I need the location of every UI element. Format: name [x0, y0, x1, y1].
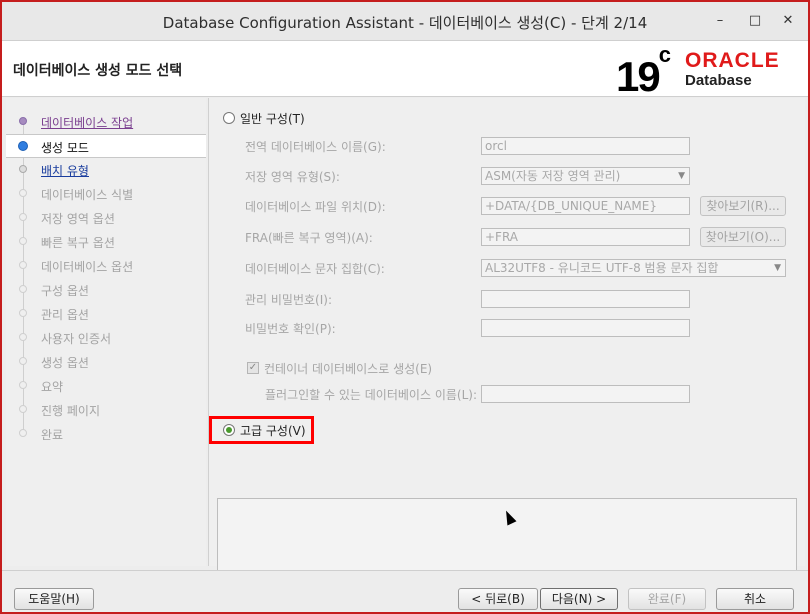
step-storage-option: 저장 영역 옵션 [6, 206, 206, 228]
step-fast-recovery-option: 빠른 복구 옵션 [6, 230, 206, 252]
step-label: 생성 옵션 [41, 356, 89, 370]
help-button[interactable]: 도움말(H) [14, 588, 94, 610]
step-progress-page: 진행 페이지 [6, 398, 206, 420]
step-creation-option: 생성 옵션 [6, 350, 206, 372]
oracle-logo: ORACLE [685, 49, 780, 72]
step-label: 구성 옵션 [41, 284, 89, 298]
dbca-window: Database Configuration Assistant - 데이터베이… [2, 2, 808, 612]
step-pending-icon [19, 309, 27, 317]
step-pending-icon [19, 357, 27, 365]
minimize-icon[interactable]: – [712, 13, 728, 29]
pdb-name-label: 플러그인할 수 있는 데이터베이스 이름(L): [265, 388, 477, 402]
storage-type-value: ASM(자동 저장 영역 관리) [485, 169, 621, 183]
step-navigation: 데이터베이스 작업 생성 모드 배치 유형 데이터베이스 식별 저장 영역 옵션… [6, 98, 206, 566]
step-label: 사용자 인증서 [41, 332, 112, 346]
storage-type-select[interactable]: ASM(자동 저장 영역 관리) ▼ [481, 167, 690, 185]
step-pending-icon [19, 333, 27, 341]
maximize-icon[interactable]: □ [747, 13, 763, 29]
browse-db-location-button[interactable]: 찾아보기(R)... [700, 196, 786, 216]
step-label: 배치 유형 [41, 164, 89, 178]
step-database-identification: 데이터베이스 식별 [6, 182, 206, 204]
fra-label: FRA(빠른 복구 영역)(A): [245, 231, 373, 245]
step-finish: 완료 [6, 422, 206, 444]
step-summary: 요약 [6, 374, 206, 396]
fra-input[interactable]: +FRA [481, 228, 690, 246]
advanced-config-label[interactable]: 고급 구성(V) [240, 422, 306, 439]
step-pending-icon [19, 213, 27, 221]
charset-value: AL32UTF8 - 유니코드 UTF-8 범용 문자 집합 [485, 261, 719, 275]
container-db-label[interactable]: 컨테이너 데이터베이스로 생성(E) [264, 360, 432, 377]
step-done-icon [19, 117, 27, 125]
footer-bar: 도움말(H) < 뒤로(B) 다음(N) > 완료(F) 취소 [2, 570, 808, 612]
title-bar: Database Configuration Assistant - 데이터베이… [2, 2, 808, 41]
dropdown-arrow-icon: ▼ [774, 263, 781, 273]
step-database-operation[interactable]: 데이터베이스 작업 [6, 110, 206, 132]
step-label: 관리 옵션 [41, 308, 89, 322]
oracle-19c-logo: 19c [616, 42, 671, 100]
next-button[interactable]: 다음(N) > [540, 588, 618, 610]
step-configuration-options: 구성 옵션 [6, 278, 206, 300]
cancel-button[interactable]: 취소 [716, 588, 794, 610]
advanced-config-radio[interactable] [223, 424, 235, 436]
step-pending-icon [19, 381, 27, 389]
admin-password-label: 관리 비밀번호(I): [245, 293, 333, 307]
window-title: Database Configuration Assistant - 데이터베이… [162, 14, 648, 32]
step-label: 데이터베이스 작업 [41, 116, 134, 130]
close-icon[interactable]: ✕ [780, 13, 796, 29]
step-pending-icon [19, 165, 27, 173]
step-label: 저장 영역 옵션 [41, 212, 115, 226]
dropdown-arrow-icon: ▼ [678, 171, 685, 181]
header-banner: 데이터베이스 생성 모드 선택 19c ORACLE Database [2, 41, 808, 100]
step-current-icon [18, 141, 28, 151]
main-panel: 일반 구성(T) 전역 데이터베이스 이름(G): orcl 저장 영역 유형(… [208, 98, 805, 576]
step-pending-icon [19, 429, 27, 437]
step-pending-icon [19, 405, 27, 413]
charset-select[interactable]: AL32UTF8 - 유니코드 UTF-8 범용 문자 집합 ▼ [481, 259, 786, 277]
step-label: 데이터베이스 옵션 [41, 260, 134, 274]
step-deployment-type[interactable]: 배치 유형 [6, 158, 206, 180]
step-pending-icon [19, 261, 27, 269]
global-db-name-input[interactable]: orcl [481, 137, 690, 155]
step-label: 진행 페이지 [41, 404, 101, 418]
pdb-name-input[interactable] [481, 385, 690, 403]
step-label: 완료 [41, 428, 64, 442]
step-creation-mode[interactable]: 생성 모드 [6, 134, 206, 158]
step-pending-icon [19, 237, 27, 245]
browse-fra-button[interactable]: 찾아보기(O)... [700, 227, 786, 247]
step-management-options: 관리 옵션 [6, 302, 206, 324]
typical-config-label[interactable]: 일반 구성(T) [240, 110, 305, 127]
confirm-password-input[interactable] [481, 319, 690, 337]
global-db-name-label: 전역 데이터베이스 이름(G): [245, 140, 386, 154]
step-database-options: 데이터베이스 옵션 [6, 254, 206, 276]
step-pending-icon [19, 189, 27, 197]
confirm-password-label: 비밀번호 확인(P): [245, 322, 336, 336]
db-file-location-input[interactable]: +DATA/{DB_UNIQUE_NAME} [481, 197, 690, 215]
admin-password-input[interactable] [481, 290, 690, 308]
page-title: 데이터베이스 생성 모드 선택 [13, 63, 183, 79]
database-logo-text: Database [685, 72, 752, 89]
container-db-checkbox[interactable]: ✓ [247, 362, 259, 374]
step-pending-icon [19, 285, 27, 293]
step-label: 요약 [41, 380, 64, 394]
typical-config-radio[interactable] [223, 112, 235, 124]
step-label: 데이터베이스 식별 [41, 188, 134, 202]
db-file-location-label: 데이터베이스 파일 위치(D): [245, 200, 386, 214]
step-label: 생성 모드 [41, 141, 89, 155]
step-label: 빠른 복구 옵션 [41, 236, 115, 250]
back-button[interactable]: < 뒤로(B) [458, 588, 538, 610]
storage-type-label: 저장 영역 유형(S): [245, 170, 340, 184]
finish-button[interactable]: 완료(F) [628, 588, 706, 610]
charset-label: 데이터베이스 문자 집합(C): [245, 262, 385, 276]
step-user-credentials: 사용자 인증서 [6, 326, 206, 348]
